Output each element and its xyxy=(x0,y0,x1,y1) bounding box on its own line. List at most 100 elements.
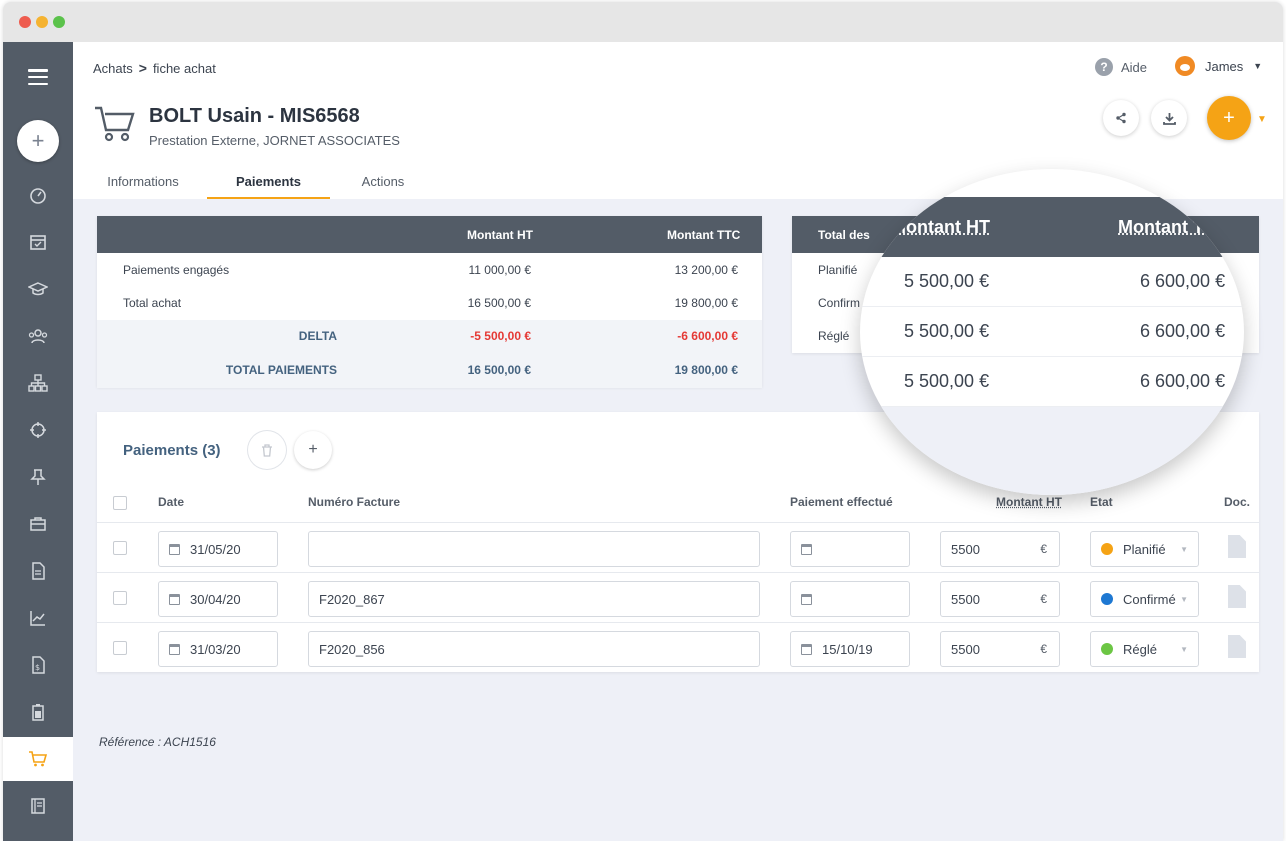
breadcrumb-current: fiche achat xyxy=(152,60,216,76)
column-header-amount: Montant HT xyxy=(996,495,1062,509)
status-select[interactable]: Confirmé ▼ xyxy=(1090,581,1199,617)
add-action-dropdown-icon[interactable]: ▼ xyxy=(1257,114,1267,125)
sidebar-item-targets[interactable] xyxy=(3,408,73,452)
row-checkbox[interactable] xyxy=(113,641,127,655)
org-chart-icon xyxy=(28,374,48,392)
table-row: 30/04/20 F2020_867 5500 € Confirmé ▼ xyxy=(97,572,1259,622)
sidebar-item-invoices[interactable]: $ xyxy=(3,643,73,687)
payment-date-input[interactable] xyxy=(790,531,910,567)
status-value: Réglé xyxy=(1123,641,1157,657)
payment-date-input[interactable]: 15/10/19 xyxy=(790,631,910,667)
sidebar-item-pins[interactable] xyxy=(3,455,73,499)
currency-symbol: € xyxy=(1040,592,1047,606)
magnifier-row: 5 500,00 € 6 600,00 € xyxy=(860,357,1244,407)
magnifier-header: Montant HT Montant TTC xyxy=(860,197,1244,257)
status-select[interactable]: Réglé ▼ xyxy=(1090,631,1199,667)
calendar-icon xyxy=(801,643,812,655)
status-totals-row-label: Planifié xyxy=(818,263,858,277)
share-icon xyxy=(1116,112,1126,124)
page-subtitle: Prestation Externe, JORNET ASSOCIATES xyxy=(149,133,400,148)
sidebar-item-reports[interactable] xyxy=(3,596,73,640)
document-icon[interactable] xyxy=(1228,585,1246,608)
sidebar-item-training[interactable] xyxy=(3,267,73,311)
tab-paiements[interactable]: Paiements xyxy=(207,174,330,199)
column-header-invoice: Numéro Facture xyxy=(308,495,401,509)
sidebar-item-expenses[interactable] xyxy=(3,690,73,734)
menu-icon[interactable] xyxy=(28,69,48,86)
graduation-cap-icon xyxy=(28,282,48,296)
tab-actions[interactable]: Actions xyxy=(355,174,411,199)
total-payments-ttc: 19 800,00 € xyxy=(674,363,738,377)
column-header-date: Date xyxy=(158,495,185,509)
invoice-number-input[interactable] xyxy=(308,531,760,567)
amount-value: 5500 xyxy=(951,591,980,607)
sidebar-item-purchases[interactable] xyxy=(3,737,73,781)
magnifier-row-ttc: 6 600,00 € xyxy=(1140,271,1226,291)
tab-informations[interactable]: Informations xyxy=(103,174,183,199)
summary-header-ht: Montant HT xyxy=(467,228,533,242)
help-label: Aide xyxy=(1121,59,1148,75)
magnifier-row: 5 500,00 € 6 600,00 € xyxy=(860,257,1244,307)
currency-symbol: € xyxy=(1040,642,1047,656)
calendar-icon xyxy=(169,543,180,555)
amount-value: 5500 xyxy=(951,541,980,557)
users-icon xyxy=(28,329,48,344)
row-checkbox[interactable] xyxy=(113,591,127,605)
calendar-icon xyxy=(30,235,46,250)
date-input[interactable]: 30/04/20 xyxy=(158,581,278,617)
chevron-down-icon: ▼ xyxy=(1180,594,1188,604)
date-value: 31/03/20 xyxy=(190,641,241,657)
payment-date-input[interactable] xyxy=(790,581,910,617)
amount-input[interactable]: 5500 € xyxy=(940,631,1060,667)
add-payment-button[interactable]: + xyxy=(294,431,332,469)
document-icon xyxy=(32,562,45,580)
document-icon[interactable] xyxy=(1228,635,1246,658)
invoice-number-input[interactable]: F2020_867 xyxy=(308,581,760,617)
column-header-doc: Doc. xyxy=(1224,495,1251,509)
maximize-window-button[interactable] xyxy=(53,16,65,28)
magnifier-row-ttc: 6 600,00 € xyxy=(1140,371,1226,391)
purchase-cart-icon xyxy=(95,106,135,142)
sidebar-item-organization[interactable] xyxy=(3,361,73,405)
share-button[interactable] xyxy=(1103,100,1139,136)
delete-payment-button[interactable] xyxy=(248,431,286,469)
help-link[interactable]: ? Aide xyxy=(1095,58,1147,76)
sidebar-item-team[interactable] xyxy=(3,314,73,358)
add-action-button[interactable]: + xyxy=(1207,96,1251,140)
summary-row-ttc: 13 200,00 € xyxy=(674,263,738,277)
sidebar-item-missions[interactable] xyxy=(3,502,73,546)
document-icon[interactable] xyxy=(1228,535,1246,558)
download-button[interactable] xyxy=(1151,100,1187,136)
amount-input[interactable]: 5500 € xyxy=(940,581,1060,617)
select-all-checkbox[interactable] xyxy=(113,496,127,510)
sidebar-item-documents[interactable] xyxy=(3,549,73,593)
row-checkbox[interactable] xyxy=(113,541,127,555)
sidebar-item-dashboard[interactable] xyxy=(3,173,73,217)
calendar-icon xyxy=(169,643,180,655)
summary-row-label: Paiements engagés xyxy=(123,263,230,277)
status-value: Confirmé xyxy=(1123,591,1176,607)
page-title: BOLT Usain - MIS6568 xyxy=(149,105,360,127)
avatar xyxy=(1175,56,1195,76)
magnifier-background xyxy=(860,407,1244,495)
column-header-status: Etat xyxy=(1090,495,1113,509)
crosshair-icon xyxy=(30,422,46,438)
invoice-number-input[interactable]: F2020_856 xyxy=(308,631,760,667)
status-totals-row-label: Réglé xyxy=(818,329,850,343)
status-dot xyxy=(1101,643,1113,655)
user-menu[interactable]: James ▼ xyxy=(1175,56,1262,76)
pin-icon xyxy=(30,469,46,485)
amount-value: 5500 xyxy=(951,641,980,657)
date-input[interactable]: 31/05/20 xyxy=(158,531,278,567)
minimize-window-button[interactable] xyxy=(36,16,48,28)
breadcrumb-parent-link[interactable]: Achats xyxy=(93,61,133,76)
status-select[interactable]: Planifié ▼ xyxy=(1090,531,1199,567)
date-input[interactable]: 31/03/20 xyxy=(158,631,278,667)
close-window-button[interactable] xyxy=(19,16,31,28)
download-icon xyxy=(1162,112,1176,125)
sidebar-item-calendar[interactable] xyxy=(3,220,73,264)
amount-input[interactable]: 5500 € xyxy=(940,531,1060,567)
magnifier-row-ht: 5 500,00 € xyxy=(904,371,990,391)
sidebar-add-button[interactable]: + xyxy=(17,120,59,162)
sidebar-item-catalog[interactable] xyxy=(3,784,73,828)
